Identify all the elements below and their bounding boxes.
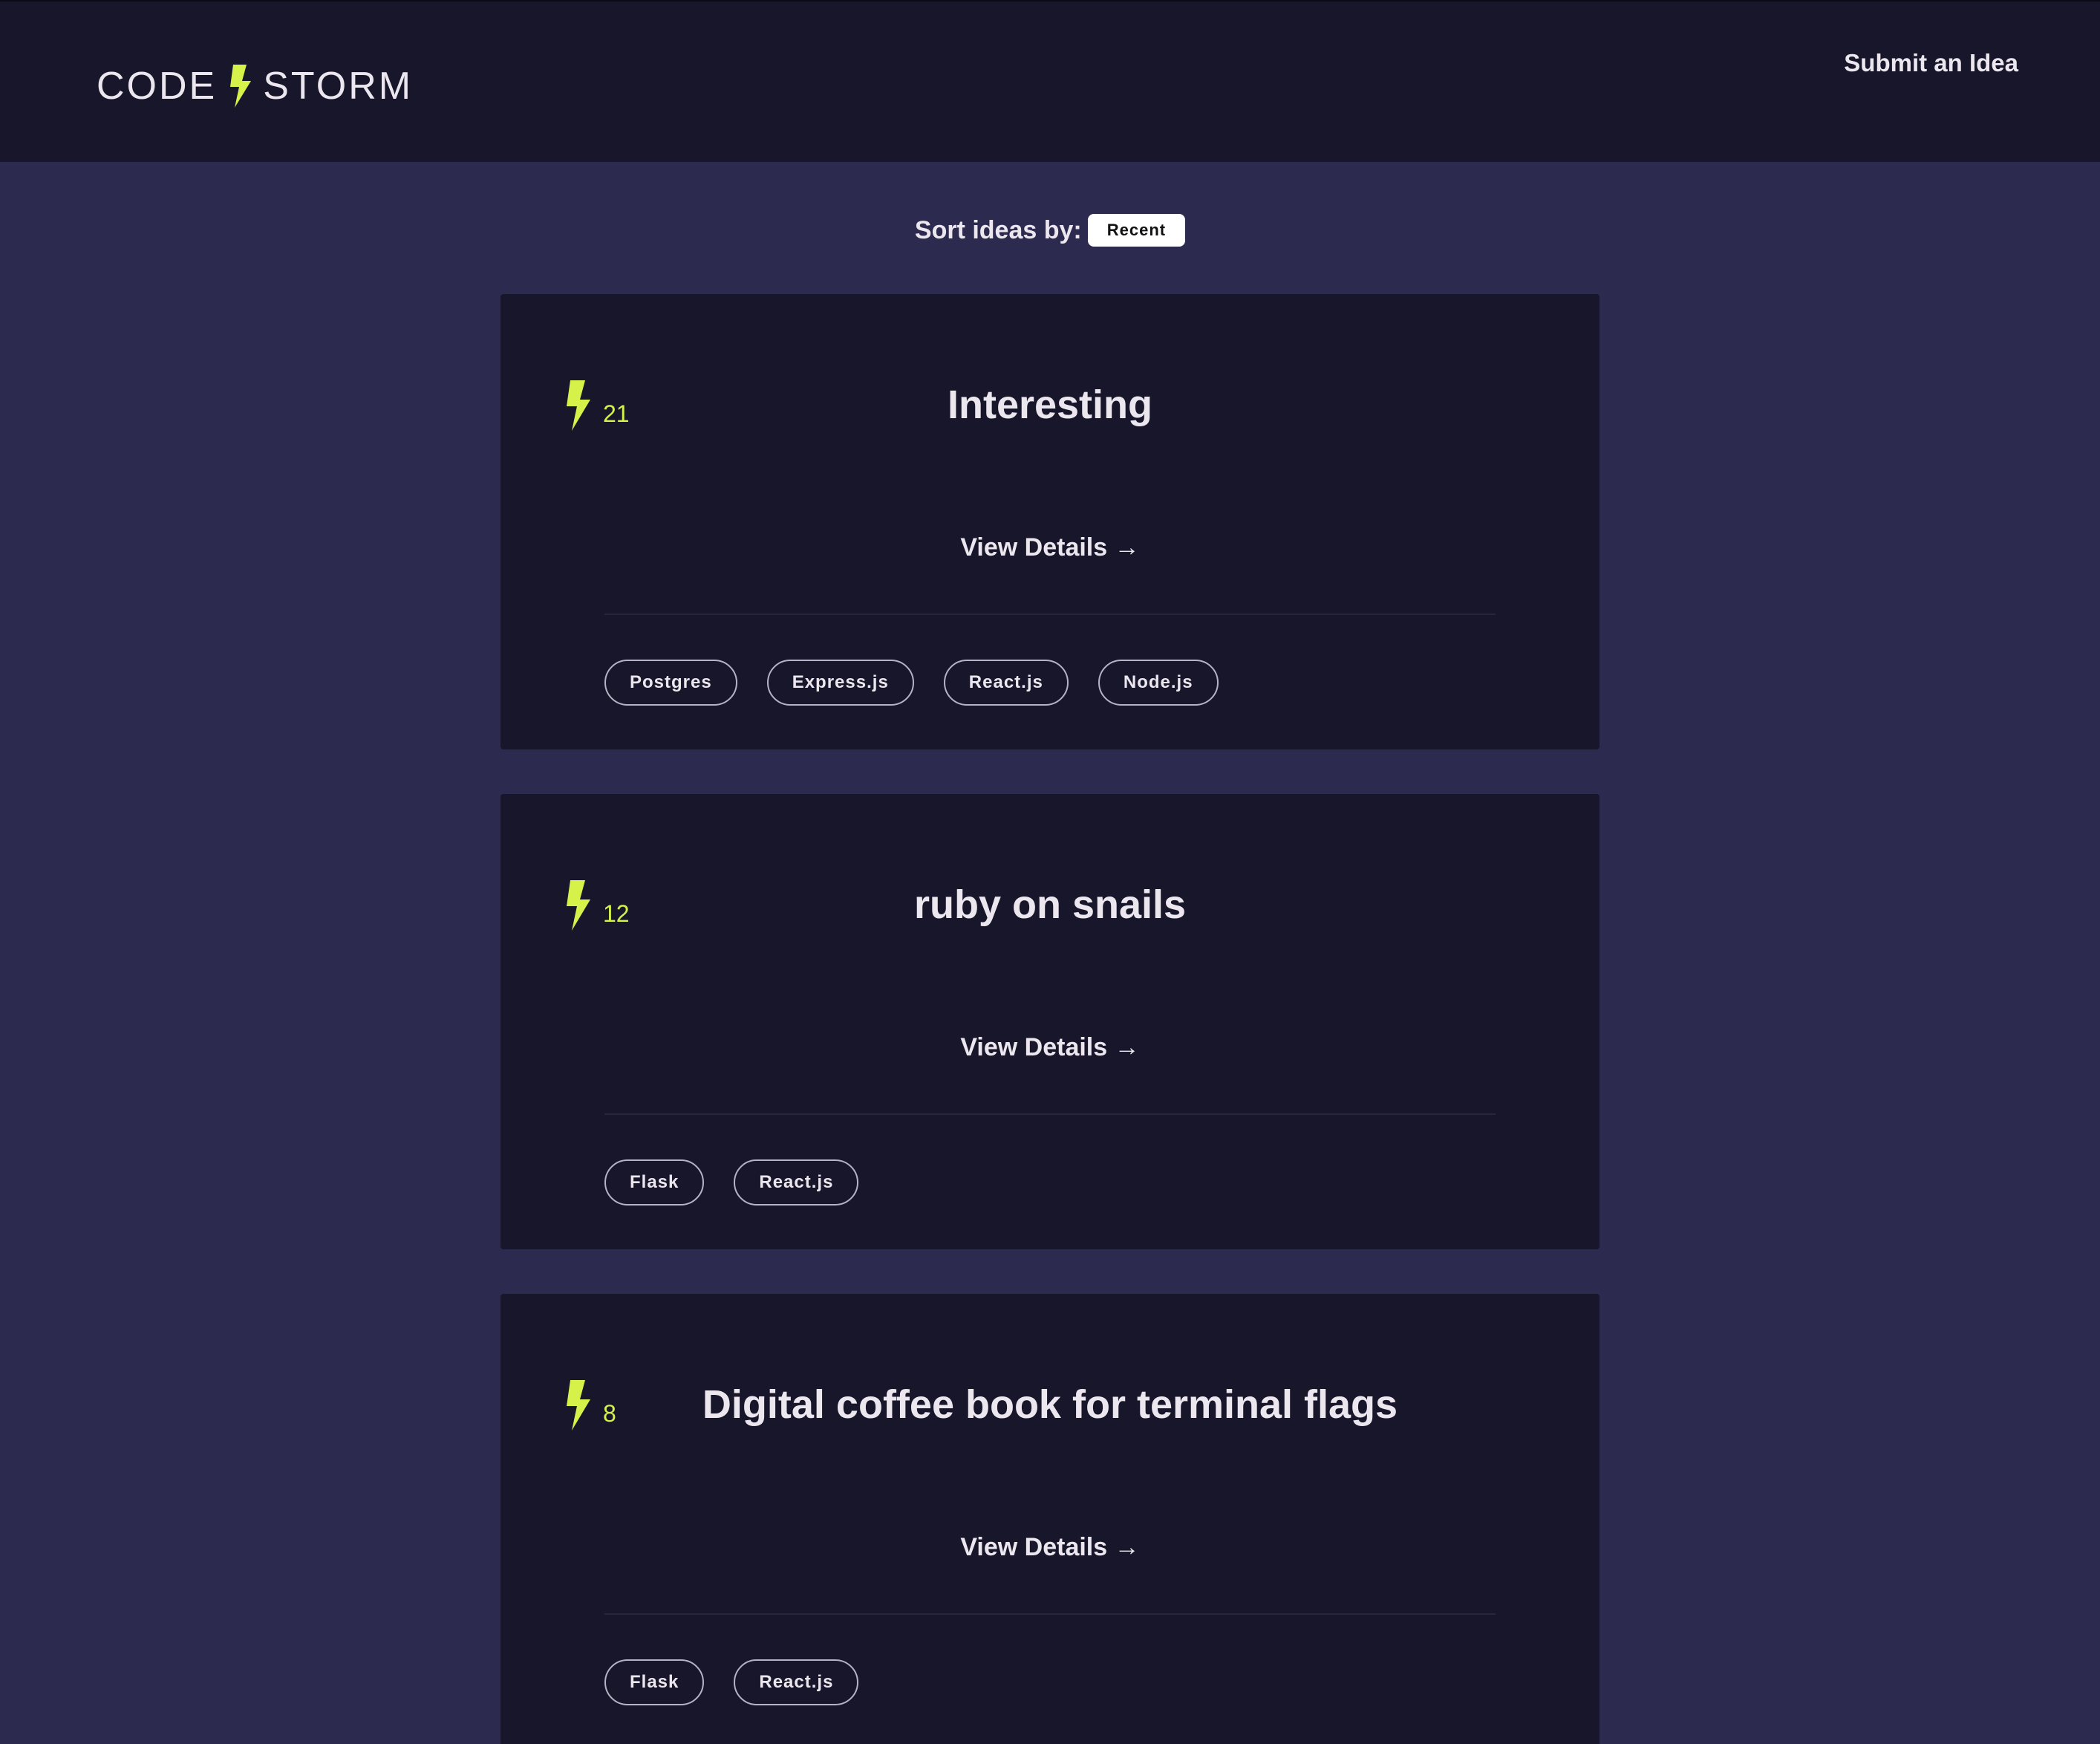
card-divider [604,614,1496,615]
idea-title: Interesting [947,383,1153,427]
card-divider [604,1113,1496,1115]
tech-tag[interactable]: React.js [943,660,1069,706]
tech-tag[interactable]: React.js [734,1659,859,1705]
tech-tag[interactable]: Flask [604,1659,705,1705]
submit-idea-link[interactable]: Submit an Idea [1844,49,2018,77]
sort-bar: Sort ideas by: Recent [0,214,2100,247]
tech-tag[interactable]: Flask [604,1159,705,1205]
idea-title: ruby on snails [913,882,1187,927]
view-details-row: View Details → [500,1533,1600,1562]
tag-list: Flask React.js [604,1659,859,1705]
brand-text-storm: STORM [263,65,414,108]
lightning-bolt-icon [227,65,252,108]
tech-tag[interactable]: Node.js [1098,660,1219,706]
tag-list: Flask React.js [604,1159,859,1205]
top-navbar: CODE STORM Submit an Idea [0,0,2100,162]
view-details-row: View Details → [500,1033,1600,1062]
view-details-link[interactable]: View Details → [960,1533,1139,1561]
tech-tag[interactable]: React.js [734,1159,859,1205]
tech-tag[interactable]: Postgres [604,660,737,706]
card-divider [604,1613,1496,1615]
view-details-row: View Details → [500,533,1600,562]
view-details-link[interactable]: View Details → [960,1033,1139,1061]
brand-text-code: CODE [97,65,218,108]
tech-tag[interactable]: Express.js [766,660,914,706]
idea-card: 8 Digital coffee book for terminal flags V… [500,1294,1600,1744]
brand-logo[interactable]: CODE STORM [97,59,413,113]
idea-list: 21 Interesting View Details → Postgres Expre… [500,294,1600,1744]
view-details-link[interactable]: View Details → [960,533,1139,562]
idea-card: 21 Interesting View Details → Postgres Expre… [500,294,1600,749]
idea-title: Digital coffee book for terminal flags [702,1382,1398,1427]
idea-card: 12 ruby on snails View Details → Flask React… [500,794,1600,1249]
sort-select[interactable]: Recent [1087,214,1186,247]
tag-list: Postgres Express.js React.js Node.js [604,660,1219,706]
sort-label: Sort ideas by: [914,215,1082,244]
